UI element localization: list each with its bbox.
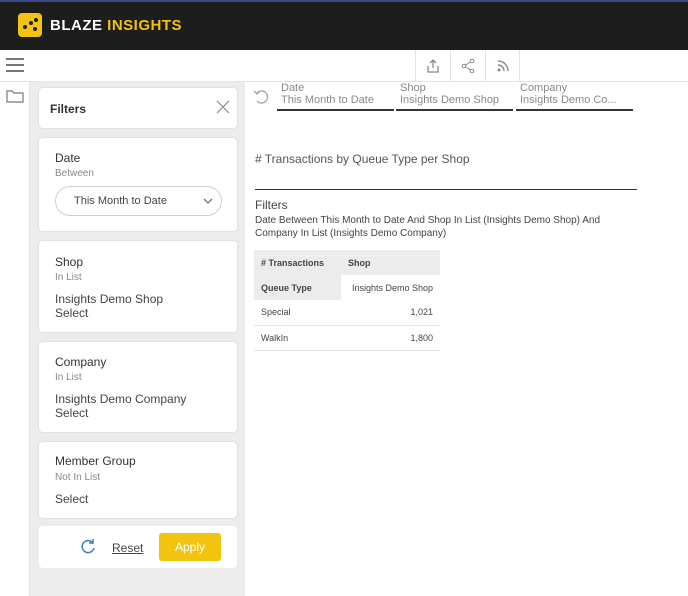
filter-card-date: Date Between This Month to Date	[39, 138, 237, 231]
filter-operator: In List	[55, 372, 82, 383]
report-content: Date This Month to Date Shop Insights De…	[245, 82, 688, 596]
select-link[interactable]: Select	[55, 406, 88, 420]
column-dimension-header: Shop	[341, 250, 440, 275]
breadcrumb-value: Insights Demo Shop	[400, 94, 500, 106]
chevron-down-icon	[203, 198, 213, 204]
cell-value: 1,800	[341, 325, 440, 351]
left-rail	[0, 82, 30, 596]
select-link[interactable]: Select	[55, 492, 88, 506]
rss-icon	[497, 60, 509, 72]
table-row: WalkIn 1,800	[254, 325, 440, 351]
divider	[255, 189, 637, 190]
row-label: WalkIn	[254, 325, 341, 351]
filter-card-title: Date	[55, 151, 81, 165]
app-title: BLAZE INSIGHTS	[50, 17, 183, 34]
table-corner-header: # Transactions	[254, 250, 341, 275]
column-header: Insights Demo Shop	[341, 275, 440, 300]
subscribe-button[interactable]	[485, 50, 520, 82]
filter-card-company: Company In List Insights Demo Company Se…	[39, 342, 237, 432]
upload-icon	[427, 59, 439, 73]
reset-button[interactable]: Reset	[112, 541, 143, 555]
top-bar: BLAZE INSIGHTS	[0, 0, 688, 50]
dropdown-value: This Month to Date	[74, 195, 167, 207]
report-title: # Transactions by Queue Type per Shop	[255, 152, 470, 166]
export-button[interactable]	[415, 50, 450, 82]
close-icon[interactable]	[215, 99, 231, 115]
filter-operator: In List	[55, 272, 82, 283]
share-icon	[461, 58, 475, 74]
cell-value: 1,021	[341, 300, 440, 326]
date-range-dropdown[interactable]: This Month to Date	[55, 186, 222, 216]
row-dimension-header: Queue Type	[254, 275, 341, 300]
row-label: Special	[254, 300, 341, 326]
apply-button[interactable]: Apply	[159, 533, 221, 561]
filter-selected-value: Insights Demo Shop	[55, 292, 164, 306]
breadcrumb-value: Insights Demo Co...	[520, 94, 617, 106]
filter-operator: Not In List	[55, 472, 101, 483]
breadcrumb-value: This Month to Date	[281, 94, 374, 106]
menu-icon[interactable]	[6, 58, 24, 72]
breadcrumb-company[interactable]: Company Insights Demo Co...	[516, 82, 633, 111]
filter-card-shop: Shop In List Insights Demo Shop Select	[39, 241, 237, 332]
filter-card-title: Member Group	[55, 454, 136, 468]
applied-filters-heading: Filters	[255, 198, 288, 212]
filter-selected-value: Insights Demo Company	[55, 392, 187, 406]
toolbar	[0, 50, 688, 82]
breadcrumb-date[interactable]: Date This Month to Date	[277, 82, 394, 111]
applied-filters-description: Date Between This Month to Date And Shop…	[255, 215, 601, 239]
table-row: Special 1,021	[254, 300, 440, 326]
pivot-table: # Transactions Shop Queue Type Insights …	[254, 250, 440, 351]
filter-card-title: Company	[55, 355, 107, 369]
breadcrumb-shop[interactable]: Shop Insights Demo Shop	[396, 82, 513, 111]
filter-card-member-group: Member Group Not In List Select	[39, 442, 237, 518]
undo-icon[interactable]	[253, 88, 271, 106]
folder-icon[interactable]	[6, 88, 24, 104]
filter-operator: Between	[55, 168, 94, 179]
filter-panel: Filters Date Between This Month to Date …	[30, 82, 245, 596]
breadcrumb-key: Shop	[400, 82, 426, 94]
filter-card-title: Shop	[55, 255, 84, 269]
breadcrumb-key: Date	[281, 82, 305, 94]
share-button[interactable]	[450, 50, 485, 82]
filter-panel-header: Filters	[39, 88, 237, 128]
select-link[interactable]: Select	[55, 306, 88, 320]
refresh-icon[interactable]	[79, 538, 97, 556]
blaze-logo-icon	[18, 13, 42, 37]
breadcrumb-key: Company	[520, 82, 568, 94]
filter-actions: Reset Apply	[39, 526, 237, 568]
filter-panel-title: Filters	[50, 102, 87, 116]
